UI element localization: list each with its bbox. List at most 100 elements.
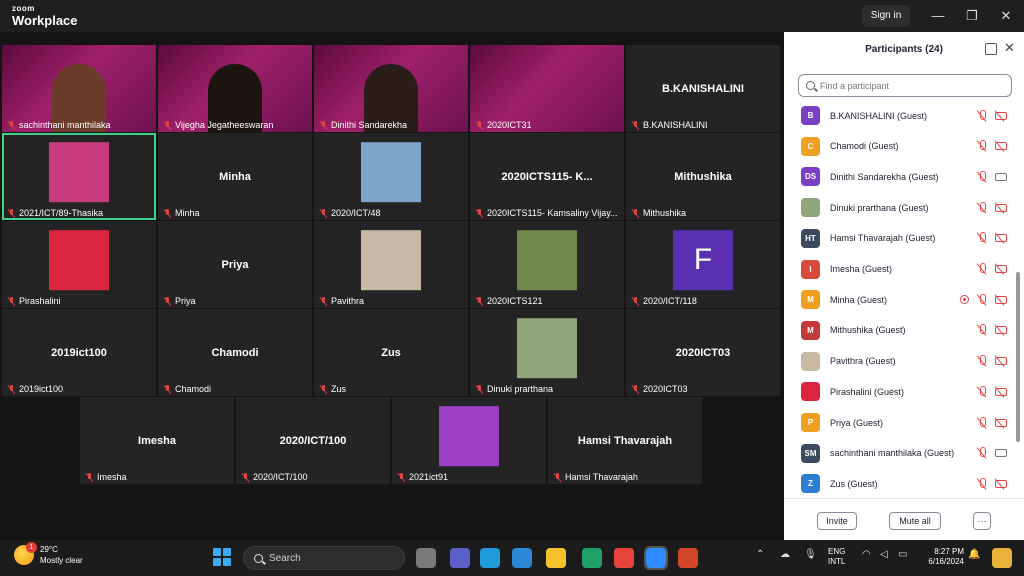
video-tile[interactable]: 2020ICTS121 — [470, 221, 624, 308]
video-on-icon[interactable] — [995, 172, 1007, 181]
file-explorer-icon[interactable] — [416, 548, 436, 568]
video-tile[interactable]: Hamsi Thavarajah Hamsi Thavarajah — [548, 397, 702, 484]
video-tile[interactable]: Minha Minha — [158, 133, 312, 220]
video-on-icon[interactable] — [995, 449, 1007, 458]
chevron-up-icon[interactable]: ⌃ — [756, 549, 764, 560]
copilot-icon[interactable] — [992, 548, 1012, 568]
wifi-icon[interactable]: ◠ — [862, 549, 871, 560]
mic-muted-icon[interactable] — [977, 170, 987, 183]
tile-name-label: B.KANISHALINI — [631, 120, 708, 130]
popout-icon[interactable] — [985, 43, 997, 55]
video-off-icon[interactable] — [995, 479, 1007, 488]
close-panel-icon[interactable]: ✕ — [1004, 40, 1015, 56]
video-tile[interactable]: B.KANISHALINI B.KANISHALINI — [626, 45, 780, 132]
video-tile[interactable]: Pirashalini — [2, 221, 156, 308]
taskbar-search[interactable]: Search — [243, 546, 405, 570]
participant-row[interactable]: Pirashalini (Guest) — [784, 376, 1016, 407]
folder-icon[interactable] — [546, 548, 566, 568]
volume-icon[interactable]: ◁ — [880, 549, 888, 560]
video-tile[interactable]: Chamodi Chamodi — [158, 309, 312, 396]
temperature: 29°C — [40, 545, 58, 554]
participant-search-input[interactable] — [820, 80, 1000, 91]
video-tile[interactable]: 2019ict100 2019ict100 — [2, 309, 156, 396]
video-tile[interactable]: 2021/ICT/89-Thasika — [2, 133, 156, 220]
mic-muted-icon[interactable] — [977, 293, 987, 306]
participant-row[interactable]: C Chamodi (Guest) — [784, 131, 1016, 162]
video-off-icon[interactable] — [995, 326, 1007, 335]
video-off-icon[interactable] — [995, 142, 1007, 151]
participant-row[interactable]: B B.KANISHALINI (Guest) — [784, 100, 1016, 131]
participant-row[interactable]: Z Zus (Guest) — [784, 468, 1016, 498]
clock[interactable]: 8:27 PM 6/16/2024 — [918, 547, 964, 567]
video-off-icon[interactable] — [995, 234, 1007, 243]
video-tile[interactable]: sachinthani manthilaka — [2, 45, 156, 132]
video-off-icon[interactable] — [995, 203, 1007, 212]
video-tile[interactable]: Priya Priya — [158, 221, 312, 308]
invite-button[interactable]: Invite — [817, 512, 857, 530]
video-tile[interactable]: Dinithi Sandarekha — [314, 45, 468, 132]
mic-muted-icon[interactable] — [977, 324, 987, 336]
mic-muted-icon[interactable] — [977, 385, 987, 398]
store-icon[interactable] — [512, 548, 532, 568]
video-tile[interactable]: 2020ICT31 — [470, 45, 624, 132]
video-tile[interactable]: F 2020/ICT/118 — [626, 221, 780, 308]
mic-muted-icon[interactable] — [977, 416, 987, 429]
sign-in-button[interactable]: Sign in — [862, 5, 910, 27]
video-tile[interactable]: Vijegha Jegatheeswaran — [158, 45, 312, 132]
chrome-icon[interactable] — [614, 548, 634, 568]
minimize-icon[interactable]: — — [928, 6, 948, 26]
video-tile[interactable]: Imesha Imesha — [80, 397, 234, 484]
restore-icon[interactable]: ❐ — [962, 6, 982, 26]
participant-row[interactable]: HT Hamsi Thavarajah (Guest) — [784, 223, 1016, 254]
video-off-icon[interactable] — [995, 418, 1007, 427]
participant-row[interactable]: Pavithra (Guest) — [784, 346, 1016, 377]
weather-widget[interactable]: 1 29°C Mostly clear — [14, 542, 83, 566]
microphone-icon[interactable]: 🎙 — [804, 549, 817, 560]
mic-muted-icon[interactable] — [977, 477, 987, 490]
mic-muted-icon[interactable] — [977, 355, 987, 367]
video-tile[interactable]: 2020ICTS115- K... 2020ICTS115- Kamsaliny … — [470, 133, 624, 220]
video-tile[interactable]: Dinuki prarthana — [470, 309, 624, 396]
video-tile[interactable]: 2021ict91 — [392, 397, 546, 484]
mic-muted-icon[interactable] — [977, 232, 987, 244]
start-icon[interactable] — [213, 548, 231, 566]
notification-bell-icon[interactable]: 🔔 — [968, 549, 980, 560]
participant-list-scrollbar[interactable] — [1016, 272, 1020, 442]
mic-muted-icon[interactable] — [977, 140, 987, 152]
participant-row[interactable]: M Minha (Guest) — [784, 284, 1016, 315]
mic-muted-icon[interactable] — [977, 263, 987, 275]
close-icon[interactable]: ✕ — [996, 6, 1016, 26]
battery-icon[interactable]: ▭ — [898, 549, 907, 560]
video-tile[interactable]: Pavithra — [314, 221, 468, 308]
participant-row[interactable]: M Mithushika (Guest) — [784, 315, 1016, 346]
video-off-icon[interactable] — [995, 295, 1007, 304]
mic-muted-icon[interactable] — [977, 201, 987, 214]
participant-row[interactable]: I Imesha (Guest) — [784, 254, 1016, 285]
teams-icon[interactable] — [450, 548, 470, 568]
powerpoint-icon[interactable] — [678, 548, 698, 568]
participant-row[interactable]: Dinuki prarthana (Guest) — [784, 192, 1016, 223]
video-off-icon[interactable] — [995, 111, 1007, 120]
network-icon[interactable]: ☁ — [780, 549, 790, 560]
video-tile[interactable]: 2020/ICT/48 — [314, 133, 468, 220]
edge-icon[interactable] — [480, 548, 500, 568]
mic-muted-icon[interactable] — [977, 447, 987, 459]
video-tile[interactable]: 2020ICT03 2020ICT03 — [626, 309, 780, 396]
tile-name-label: 2020ICTS115- Kamsaliny Vijay... — [475, 208, 618, 218]
participant-search[interactable] — [798, 74, 1012, 97]
participant-row[interactable]: DS Dinithi Sandarekha (Guest) — [784, 161, 1016, 192]
photos-icon[interactable] — [582, 548, 602, 568]
zoom-icon[interactable] — [644, 546, 668, 570]
participant-row[interactable]: SM sachinthani manthilaka (Guest) — [784, 438, 1016, 469]
mic-muted-icon[interactable] — [977, 109, 987, 122]
participant-row[interactable]: P Priya (Guest) — [784, 407, 1016, 438]
mute-all-button[interactable]: Mute all — [889, 512, 941, 530]
video-off-icon[interactable] — [995, 357, 1007, 366]
video-tile[interactable]: Mithushika Mithushika — [626, 133, 780, 220]
language-indicator[interactable]: ENG INTL — [828, 547, 845, 567]
video-off-icon[interactable] — [995, 265, 1007, 273]
video-tile[interactable]: 2020/ICT/100 2020/ICT/100 — [236, 397, 390, 484]
video-tile[interactable]: Zus Zus — [314, 309, 468, 396]
more-options-button[interactable]: ··· — [973, 512, 991, 530]
video-off-icon[interactable] — [995, 387, 1007, 396]
